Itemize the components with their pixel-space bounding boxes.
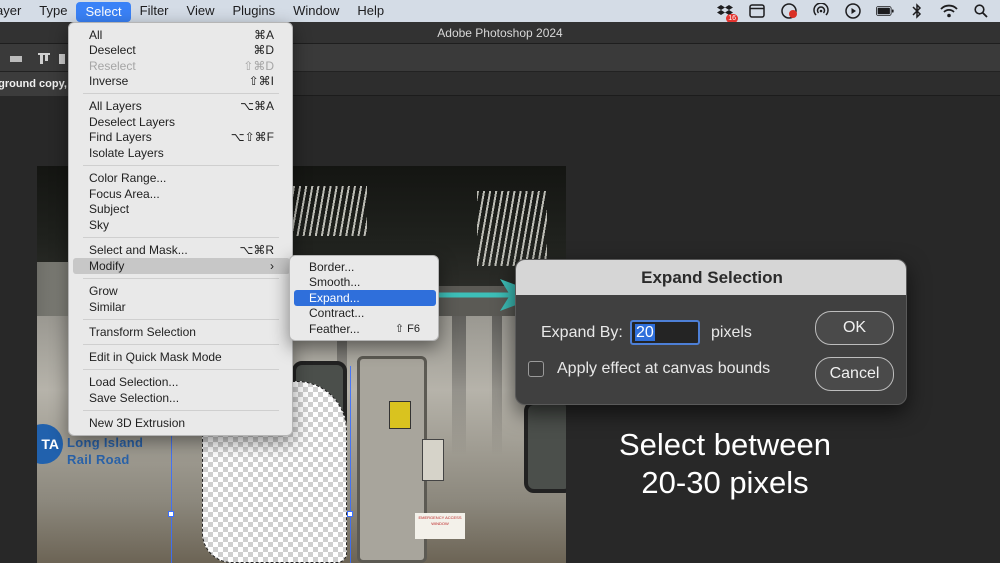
dialog-title: Expand Selection bbox=[516, 260, 906, 295]
status-icons: 16 bbox=[716, 0, 990, 23]
canvas-bounds-checkbox[interactable] bbox=[528, 361, 544, 377]
menu-item-focus-area[interactable]: Focus Area... bbox=[73, 186, 290, 202]
submenu-item-smooth[interactable]: Smooth... bbox=[294, 274, 436, 290]
document-tab[interactable]: kground copy, bbox=[0, 72, 72, 96]
app-menus: ayer Type Select Filter View Plugins Win… bbox=[0, 0, 393, 22]
modify-submenu: Border... Smooth... Expand... Contract..… bbox=[289, 255, 439, 341]
lirr-line2: Rail Road bbox=[67, 452, 130, 467]
menu-layer[interactable]: ayer bbox=[0, 0, 30, 22]
expand-by-input[interactable]: 20 bbox=[630, 320, 700, 345]
wifi-icon[interactable] bbox=[940, 3, 958, 19]
macos-menu-bar: ayer Type Select Filter View Plugins Win… bbox=[0, 0, 1000, 23]
chevron-right-icon: › bbox=[270, 259, 274, 273]
menu-separator bbox=[83, 344, 279, 345]
menu-item-select-and-mask[interactable]: Select and Mask... ⌥⌘R bbox=[73, 242, 290, 258]
menu-item-reselect: Reselect ⇧⌘D bbox=[89, 59, 274, 73]
submenu-item-contract[interactable]: Contract... bbox=[294, 305, 436, 321]
menu-separator bbox=[83, 237, 279, 238]
menu-item-all-layers[interactable]: All Layers ⌥⌘A bbox=[73, 98, 290, 114]
transform-handle[interactable] bbox=[347, 511, 353, 517]
menu-separator bbox=[83, 369, 279, 370]
select-menu-dropdown: All ⌘A Deselect ⌘D Reselect ⇧⌘D Inverse ⇧⌘I … bbox=[68, 22, 293, 436]
menu-item-subject[interactable]: Subject bbox=[73, 201, 290, 217]
door-panel bbox=[422, 439, 444, 481]
menu-item-quick-mask[interactable]: Edit in Quick Mask Mode bbox=[73, 349, 290, 365]
annotation-line1: Select between bbox=[619, 427, 831, 462]
menu-item-grow[interactable]: Grow bbox=[73, 283, 290, 299]
menu-separator bbox=[83, 165, 279, 166]
lirr-line1: Long Island bbox=[67, 435, 144, 450]
align-left-icon[interactable] bbox=[10, 52, 22, 64]
menu-type[interactable]: Type bbox=[30, 0, 76, 22]
submenu-item-border[interactable]: Border... bbox=[294, 259, 436, 275]
menu-item-save-selection[interactable]: Save Selection... bbox=[73, 390, 290, 406]
annotation-text: Select between 20-30 pixels bbox=[590, 426, 860, 502]
train-window bbox=[524, 401, 566, 493]
rust-streak bbox=[452, 316, 466, 456]
menu-item-modify[interactable]: Modify › bbox=[73, 258, 290, 274]
dropbox-icon[interactable]: 16 bbox=[716, 3, 738, 23]
menu-plugins[interactable]: Plugins bbox=[223, 0, 284, 22]
menu-item-all[interactable]: All ⌘A bbox=[73, 27, 290, 43]
menu-item-sky[interactable]: Sky bbox=[73, 217, 290, 233]
warning-sign bbox=[389, 401, 411, 429]
menu-item-deselect-layers[interactable]: Deselect Layers bbox=[73, 114, 290, 130]
menu-select[interactable]: Select bbox=[76, 1, 131, 22]
submenu-item-expand[interactable]: Expand... bbox=[294, 290, 436, 306]
rust-streak bbox=[492, 316, 502, 456]
menu-separator bbox=[83, 319, 279, 320]
menu-item-new-3d-extrusion[interactable]: New 3D Extrusion bbox=[73, 415, 290, 431]
search-icon[interactable] bbox=[972, 3, 990, 19]
cancel-button[interactable]: Cancel bbox=[815, 357, 894, 391]
expand-by-value: 20 bbox=[635, 324, 655, 341]
canvas-bounds-label[interactable]: Apply effect at canvas bounds bbox=[557, 360, 770, 378]
annotation-line2: 20-30 pixels bbox=[641, 465, 809, 500]
menu-help[interactable]: Help bbox=[348, 0, 393, 22]
menu-item-similar[interactable]: Similar bbox=[73, 299, 290, 315]
align-top-icon[interactable] bbox=[38, 52, 50, 64]
unit-label: pixels bbox=[711, 324, 752, 341]
menu-window[interactable]: Window bbox=[284, 0, 348, 22]
align-vcenter-icon[interactable] bbox=[56, 52, 68, 64]
window-icon[interactable] bbox=[748, 3, 766, 19]
ok-button[interactable]: OK bbox=[815, 311, 894, 345]
battery-icon[interactable] bbox=[876, 3, 894, 19]
menu-item-load-selection[interactable]: Load Selection... bbox=[73, 374, 290, 390]
menu-item-isolate-layers[interactable]: Isolate Layers bbox=[73, 145, 290, 161]
menu-item-color-range[interactable]: Color Range... bbox=[73, 170, 290, 186]
lirr-text: Long Island Rail Road bbox=[67, 434, 143, 468]
bluetooth-icon[interactable] bbox=[908, 3, 926, 19]
play-icon[interactable] bbox=[844, 3, 862, 19]
menu-item-inverse[interactable]: Inverse ⇧⌘I bbox=[73, 73, 290, 89]
menu-filter[interactable]: Filter bbox=[131, 0, 178, 22]
ceiling-vent bbox=[477, 191, 547, 266]
expand-selection-dialog: Expand Selection Expand By: 20 pixels Ap… bbox=[515, 259, 907, 405]
menu-separator bbox=[83, 278, 279, 279]
menu-item-transform-selection[interactable]: Transform Selection bbox=[73, 324, 290, 340]
submenu-item-feather[interactable]: Feather... ⇧ F6 bbox=[294, 321, 436, 337]
menu-item-find-layers[interactable]: Find Layers ⌥⇧⌘F bbox=[73, 129, 290, 145]
guide-line bbox=[350, 366, 351, 563]
ceiling-vent bbox=[287, 186, 367, 236]
transform-handle[interactable] bbox=[168, 511, 174, 517]
screen-record-icon[interactable] bbox=[780, 3, 798, 19]
menu-separator bbox=[83, 410, 279, 411]
airdrop-icon[interactable] bbox=[812, 3, 830, 19]
expand-by-label: Expand By: bbox=[541, 324, 623, 341]
menu-separator bbox=[83, 93, 279, 94]
menu-view[interactable]: View bbox=[178, 0, 224, 22]
emergency-sign: EMERGENCY ACCESS WINDOW bbox=[415, 513, 465, 539]
menu-item-deselect[interactable]: Deselect ⌘D bbox=[73, 42, 290, 58]
